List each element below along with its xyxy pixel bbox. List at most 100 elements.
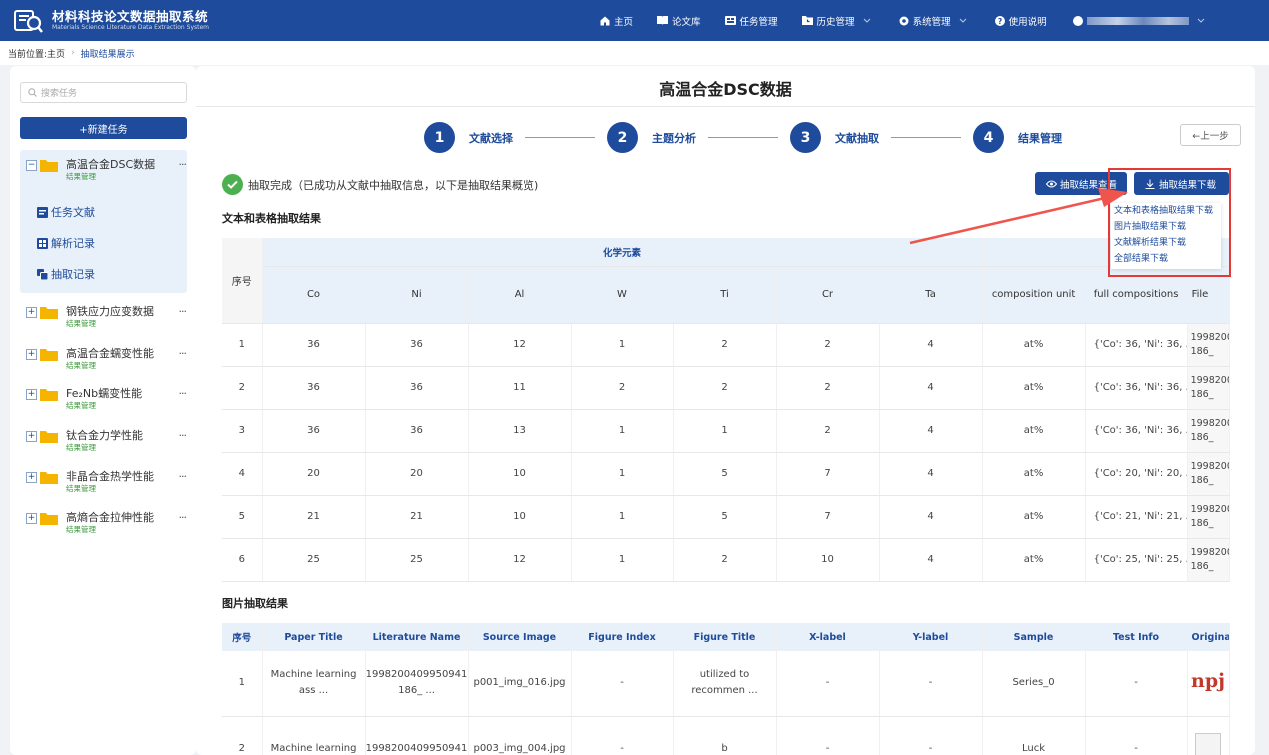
task-node[interactable]: + Fe₂Nb蠕变性能 结果管理 ···: [26, 387, 187, 411]
expand-icon[interactable]: +: [26, 307, 37, 318]
table-cell: 12: [468, 538, 572, 582]
app-subtitle: Materials Science Literature Data Extrac…: [52, 23, 210, 31]
step-4[interactable]: 4 结果管理: [973, 122, 1062, 153]
nav-help[interactable]: ? 使用说明: [994, 14, 1047, 28]
task-node[interactable]: + 钛合金力学性能 结果管理 ···: [26, 429, 187, 453]
check-circle-icon: [222, 174, 243, 195]
table-cell: 2: [776, 366, 880, 410]
more-icon[interactable]: ···: [179, 158, 187, 171]
task-node[interactable]: + 高熵合金拉伸性能 结果管理 ···: [26, 511, 187, 535]
table-cell: 1998200409950941 186_: [1187, 323, 1230, 367]
task-sub: 结果管理: [66, 443, 96, 452]
nav-tasks[interactable]: 任务管理: [724, 14, 778, 28]
download-all-item[interactable]: 全部结果下载: [1111, 251, 1221, 267]
task-node[interactable]: + 钢铁应力应变数据 结果管理 ···: [26, 305, 187, 329]
task-sub: 结果管理: [66, 172, 96, 181]
expand-icon[interactable]: +: [26, 513, 37, 524]
table-row: 1 36 36 12 1 2 2 4 at% {'Co': 36, 'Ni': 36, ... 19…: [222, 323, 1230, 367]
step-2[interactable]: 2 主题分析: [607, 122, 696, 153]
grid-icon: [37, 237, 48, 249]
more-icon[interactable]: ···: [179, 429, 187, 442]
table-row: 4 20 20 10 1 5 7 4 at% {'Co': 20, 'Ni': 20, ... 19…: [222, 452, 1230, 496]
index-header: 序号: [222, 238, 263, 324]
original-image-thumbnail[interactable]: npj: [1187, 651, 1230, 717]
task-node[interactable]: − 高温合金DSC数据 结果管理 ···: [26, 158, 187, 182]
user-menu[interactable]: [1072, 15, 1205, 26]
table-cell: {'Co': 36, 'Ni': 36, ...: [1085, 409, 1188, 453]
app-logo[interactable]: 材料科技论文数据抽取系统 Materials Science Literatur…: [14, 8, 209, 34]
column-header: 序号: [222, 623, 263, 651]
row-index: 1: [222, 323, 263, 367]
sidebar-item-parse-records[interactable]: 解析记录: [37, 235, 95, 251]
more-icon[interactable]: ···: [179, 305, 187, 318]
row-index: 2: [222, 366, 263, 410]
table-cell: 36: [262, 409, 366, 453]
expand-icon[interactable]: +: [26, 389, 37, 400]
text-results-table: 序号 化学元素 Co Ni Al W Ti Cr Ta composition …: [222, 238, 1230, 582]
table-cell: 2: [673, 538, 777, 582]
folder-icon: [40, 471, 58, 484]
column-header: Al: [468, 266, 572, 324]
sidebar-item-task-papers[interactable]: 任务文献: [37, 204, 95, 220]
expand-icon[interactable]: +: [26, 349, 37, 360]
more-icon[interactable]: ···: [179, 347, 187, 360]
table-row: 2 36 36 11 2 2 2 4 at% {'Co': 36, 'Ni': 36, ... 19…: [222, 366, 1230, 410]
image-results-table: 序号 Paper Title Literature Name Source Im…: [222, 623, 1230, 755]
step-3[interactable]: 3 文献抽取: [790, 122, 879, 153]
sidebar-item-label: 解析记录: [51, 237, 95, 250]
previous-step-button[interactable]: ←上一步: [1180, 124, 1241, 146]
table-cell: 1998200409950941 186_: [1187, 538, 1230, 582]
expand-icon[interactable]: +: [26, 431, 37, 442]
column-header: Original: [1187, 623, 1230, 651]
table-cell: 4: [879, 409, 983, 453]
step-number: 3: [790, 122, 821, 153]
more-icon[interactable]: ···: [179, 511, 187, 524]
view-results-button[interactable]: 抽取结果查看: [1035, 172, 1127, 195]
table-cell: 4: [879, 323, 983, 367]
download-results-button[interactable]: 抽取结果下载: [1134, 172, 1229, 195]
new-task-button[interactable]: +新建任务: [20, 117, 187, 139]
more-icon[interactable]: ···: [179, 387, 187, 400]
task-search-input[interactable]: 搜索任务: [20, 82, 187, 103]
task-name: 高熵合金拉伸性能: [66, 511, 154, 524]
status-message: 抽取完成（已成功从文献中抽取信息，以下是抽取结果概览): [222, 174, 538, 195]
task-sub: 结果管理: [66, 525, 96, 534]
nav-history[interactable]: 历史管理: [801, 14, 875, 28]
top-navigation-bar: 材料科技论文数据抽取系统 Materials Science Literatur…: [0, 0, 1269, 41]
original-image-thumbnail[interactable]: [1187, 716, 1230, 755]
download-parse-item[interactable]: 文献解析结果下载: [1111, 235, 1221, 251]
task-sidebar: 搜索任务 +新建任务 − 高温合金DSC数据 结果管理 ··· 任务文献 解析记录…: [10, 66, 196, 755]
column-header: Cr: [776, 266, 880, 324]
nav-system[interactable]: 系统管理: [899, 14, 971, 28]
task-node[interactable]: + 非晶合金热学性能 结果管理 ···: [26, 470, 187, 494]
table-cell: 4: [879, 366, 983, 410]
copy-icon: [37, 268, 48, 280]
table-cell: 2: [571, 366, 674, 410]
download-image-item[interactable]: 图片抽取结果下载: [1111, 219, 1221, 235]
task-name: 高温合金蠕变性能: [66, 347, 154, 360]
table-row: 5 21 21 10 1 5 7 4 at% {'Co': 21, 'Ni': 21, ... 19…: [222, 495, 1230, 539]
column-header: Test Info: [1085, 623, 1188, 651]
logo-icon: [14, 8, 44, 34]
more-icon[interactable]: ···: [179, 470, 187, 483]
task-node[interactable]: + 高温合金蠕变性能 结果管理 ···: [26, 347, 187, 371]
divider: [196, 106, 1255, 107]
table-cell: -: [571, 651, 674, 717]
column-header: Source Image: [468, 623, 572, 651]
breadcrumb-home[interactable]: 主页: [47, 47, 65, 60]
table-row: 6 25 25 12 1 2 10 4 at% {'Co': 25, 'Ni': 25, ... 1…: [222, 538, 1230, 582]
expand-icon[interactable]: +: [26, 472, 37, 483]
table-cell: 4: [879, 495, 983, 539]
step-1[interactable]: 1 文献选择: [424, 122, 513, 153]
nav-papers[interactable]: 论文库: [657, 14, 701, 28]
folder-icon: [40, 306, 58, 319]
sidebar-item-extract-records[interactable]: 抽取记录: [37, 266, 95, 282]
table-cell: 7: [776, 495, 880, 539]
column-header: File: [1187, 266, 1230, 324]
nav-home[interactable]: 主页: [600, 14, 633, 28]
download-text-table-item[interactable]: 文本和表格抽取结果下载: [1111, 203, 1221, 219]
table-cell: 2: [776, 409, 880, 453]
step-label: 主题分析: [652, 131, 696, 145]
collapse-icon[interactable]: −: [26, 160, 37, 171]
table-cell: 1: [571, 495, 674, 539]
